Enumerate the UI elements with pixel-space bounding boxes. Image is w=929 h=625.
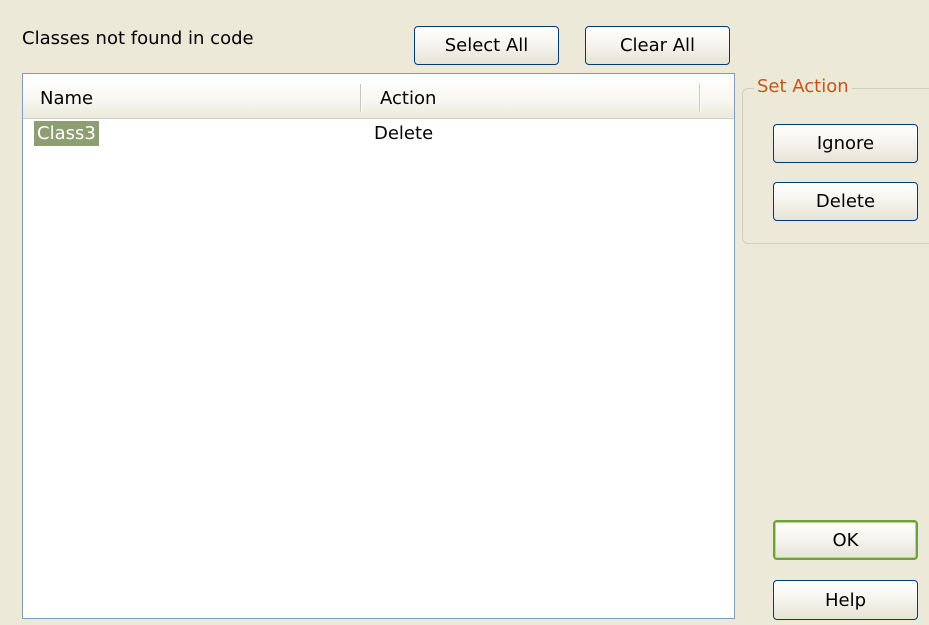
column-header-name[interactable]: Name (40, 88, 93, 109)
classes-list[interactable]: Name Action Class3 Delete (22, 73, 735, 619)
dialog: { "header": { "label": "Classes not foun… (0, 0, 929, 625)
column-divider[interactable] (360, 84, 362, 112)
clear-all-button[interactable]: Clear All (585, 26, 730, 65)
classes-not-found-label: Classes not found in code (22, 28, 254, 49)
list-item-action[interactable]: Delete (374, 121, 433, 146)
column-divider[interactable] (699, 84, 701, 112)
help-button[interactable]: Help (773, 580, 918, 620)
ok-button[interactable]: OK (773, 520, 918, 560)
list-header: Name Action (23, 74, 734, 119)
delete-button[interactable]: Delete (773, 182, 918, 221)
select-all-button[interactable]: Select All (414, 26, 559, 65)
list-item-name[interactable]: Class3 (34, 121, 99, 146)
set-action-legend: Set Action (754, 76, 852, 97)
ignore-button[interactable]: Ignore (773, 124, 918, 163)
column-header-action[interactable]: Action (380, 88, 436, 109)
